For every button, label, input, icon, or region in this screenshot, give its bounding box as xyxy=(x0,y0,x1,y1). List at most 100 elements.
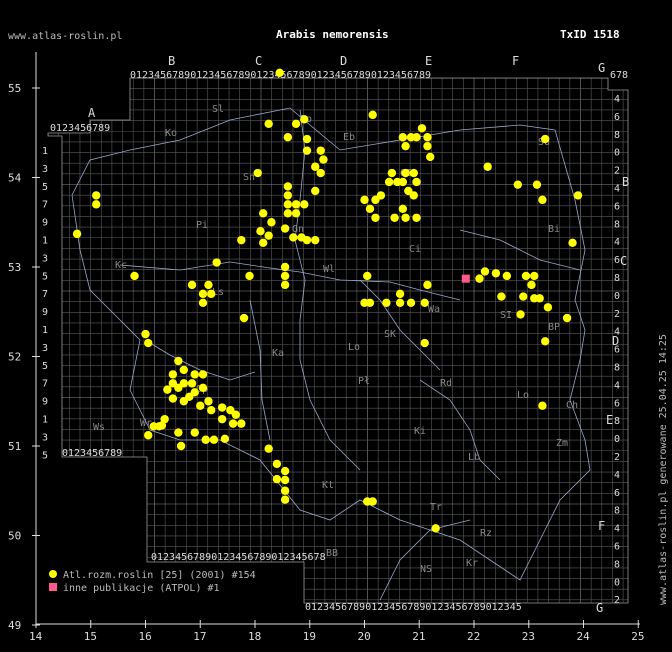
site-name: www.atlas-roslin.pl xyxy=(8,31,122,42)
occurrence-point-atlas xyxy=(568,238,577,248)
occurrence-point-atlas xyxy=(217,403,227,412)
occurrence-point-atlas xyxy=(401,168,410,178)
occurrence-point-atlas xyxy=(176,441,186,451)
occurrence-point-atlas xyxy=(264,231,273,240)
region-label: SK xyxy=(384,329,396,340)
occurrence-point-atlas xyxy=(538,195,547,205)
occurrence-point-atlas xyxy=(319,155,328,164)
occurrence-point-atlas xyxy=(300,200,309,209)
occurrence-point-atlas xyxy=(382,298,391,307)
occurrence-point-atlas xyxy=(371,195,380,205)
occurrence-point-atlas xyxy=(401,141,410,151)
occurrence-point-atlas xyxy=(302,134,312,144)
right-grid-digit: 8 xyxy=(614,416,620,427)
border-lines xyxy=(71,107,591,601)
occurrence-point-atlas xyxy=(530,271,539,281)
occurrence-point-atlas xyxy=(423,280,432,290)
region-label: Wa xyxy=(428,304,440,315)
bottom-digits: 012345678901234567890123456789012345 xyxy=(305,602,522,613)
occurrence-point-atlas xyxy=(228,419,238,428)
occurrence-point-atlas xyxy=(204,397,213,406)
region-label: Ko xyxy=(165,128,177,139)
occurrence-point-atlas xyxy=(174,356,183,366)
left-grid-digit: 7 xyxy=(42,289,48,300)
grid-column-letter: C xyxy=(255,54,262,68)
right-grid-digit: 8 xyxy=(614,506,620,517)
occurrence-point-atlas xyxy=(198,298,208,307)
grid-row-letter: C xyxy=(620,254,627,268)
occurrence-point-atlas xyxy=(412,177,421,187)
grid-column-letter: F xyxy=(512,54,519,68)
x-tick-label: 20 xyxy=(358,630,371,643)
occurrence-point-atlas xyxy=(130,271,139,281)
occurrence-point-atlas xyxy=(280,271,290,281)
y-tick-label: 51 xyxy=(8,440,21,453)
occurrence-point-atlas xyxy=(420,338,429,348)
left-grid-digit: 3 xyxy=(42,253,48,264)
legend-marker-other xyxy=(49,583,57,591)
occurrence-point-atlas xyxy=(316,168,325,178)
border-line xyxy=(419,379,501,481)
occurrence-point-atlas xyxy=(291,119,301,128)
occurrence-point-atlas xyxy=(395,289,405,299)
x-tick-label: 21 xyxy=(412,630,425,643)
occurrence-point-other xyxy=(461,274,470,283)
region-label: Kt xyxy=(322,480,334,491)
occurrence-point-atlas xyxy=(201,435,210,444)
region-label: Pł xyxy=(358,376,370,387)
border-line xyxy=(459,229,581,271)
left-grid-digit: 5 xyxy=(42,182,48,193)
right-grid-digit: 2 xyxy=(614,166,620,177)
occurrence-point-atlas xyxy=(409,168,418,178)
left-grid-digit: 5 xyxy=(42,450,48,461)
left-grid-digit: 7 xyxy=(42,200,48,211)
left-grid-digit: 1 xyxy=(42,415,48,426)
occurrence-point-atlas xyxy=(491,269,501,278)
occurrence-point-atlas xyxy=(220,434,230,444)
occurrence-point-atlas xyxy=(532,180,542,189)
region-label: Lo xyxy=(517,390,529,401)
occurrence-point-atlas xyxy=(502,271,512,281)
occurrence-point-atlas xyxy=(395,298,405,307)
occurrence-point-atlas xyxy=(540,134,550,144)
occurrence-point-atlas xyxy=(174,428,183,437)
right-grid-digit: 8 xyxy=(614,363,620,374)
region-label: Wl xyxy=(323,264,335,275)
legend-marker-atlas xyxy=(49,570,57,578)
occurrence-point-atlas xyxy=(543,303,553,312)
occurrence-point-atlas xyxy=(426,152,435,162)
occurrence-point-atlas xyxy=(540,337,550,346)
occurrence-point-atlas xyxy=(267,218,276,227)
y-tick-label: 50 xyxy=(8,530,21,543)
occurrence-point-atlas xyxy=(513,180,522,189)
occurrence-point-atlas xyxy=(283,200,293,209)
occurrence-point-atlas xyxy=(264,119,273,128)
occurrence-point-atlas xyxy=(204,280,213,290)
right-grid-digit: 4 xyxy=(614,237,620,248)
occurrence-point-atlas xyxy=(212,258,221,267)
left-grid-digit: 1 xyxy=(42,325,48,336)
x-tick-label: 22 xyxy=(467,630,480,643)
occurrence-point-atlas xyxy=(283,209,293,218)
occurrence-point-atlas xyxy=(253,168,262,178)
occurrence-point-atlas xyxy=(280,486,290,495)
x-tick-label: 18 xyxy=(248,630,261,643)
occurrence-point-atlas xyxy=(398,204,408,214)
grid-column-letter: D xyxy=(340,54,347,68)
occurrence-point-atlas xyxy=(423,133,432,142)
grid-column-letter: B xyxy=(168,54,175,68)
occurrence-point-atlas xyxy=(390,213,399,222)
region-label: BB xyxy=(326,548,338,559)
occurrence-point-atlas xyxy=(316,146,325,155)
region-label: Rz xyxy=(480,528,492,539)
right-grid-digit: 6 xyxy=(614,255,620,266)
occurrence-point-atlas xyxy=(280,280,290,290)
right-grid-digit: 6 xyxy=(614,488,620,499)
occurrence-point-atlas xyxy=(291,200,301,209)
occurrence-point-atlas xyxy=(92,200,101,209)
x-tick-label: 15 xyxy=(84,630,97,643)
occurrence-point-atlas xyxy=(289,233,298,242)
occurrence-point-atlas xyxy=(527,280,536,290)
occurrence-point-atlas xyxy=(231,410,241,419)
left-grid-digit: 1 xyxy=(42,236,48,247)
